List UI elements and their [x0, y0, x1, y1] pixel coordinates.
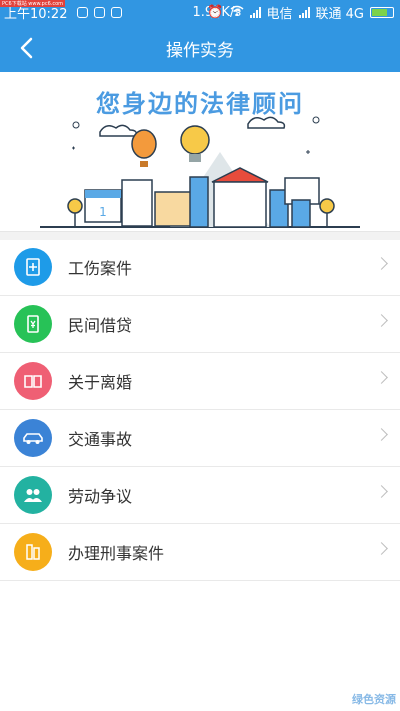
carrier-name: 联通 4G	[315, 6, 364, 22]
alarm-icon: ⏰	[207, 4, 224, 20]
header-bar: 操作实务	[0, 24, 400, 72]
carrier-name: 电信	[266, 6, 293, 22]
list-item-divorce[interactable]: 关于离婚	[0, 353, 400, 410]
page-title: 操作实务	[166, 40, 234, 61]
notification-icons	[77, 6, 123, 18]
list-item-criminal-case[interactable]: 办理刑事案件	[0, 524, 400, 581]
watermark-logo: 绿色资源	[352, 693, 396, 706]
people-icon	[14, 476, 52, 514]
chevron-right-icon	[375, 428, 388, 441]
back-button[interactable]	[8, 30, 44, 66]
city-illustration: 1	[40, 116, 360, 228]
list-item-label: 民间借贷	[68, 316, 133, 335]
wifi-icon	[230, 5, 244, 20]
app-notification-icon	[77, 6, 89, 18]
list-item-label: 交通事故	[68, 430, 133, 449]
car-icon	[14, 419, 52, 457]
svg-text:1: 1	[99, 205, 107, 219]
list-item-label: 办理刑事案件	[68, 544, 165, 563]
chevron-right-icon	[375, 371, 388, 384]
building-icon	[14, 533, 52, 571]
app-notification-icon	[111, 6, 123, 18]
chevron-right-icon	[375, 485, 388, 498]
list-item-label: 关于离婚	[68, 373, 133, 392]
list-item-label: 工伤案件	[68, 259, 133, 278]
battery-icon	[370, 6, 394, 18]
signal-icon	[249, 6, 261, 18]
case-category-list: 工伤案件 民间借贷 关于离婚 交通事故 劳动争议 办理刑事案件	[0, 239, 400, 581]
list-item-work-injury[interactable]: 工伤案件	[0, 239, 400, 296]
document-plus-icon	[14, 248, 52, 286]
list-item-private-lending[interactable]: 民间借贷	[0, 296, 400, 353]
chevron-right-icon	[375, 542, 388, 555]
watermark-logo: PC6下载站 www.pc6.com	[0, 0, 66, 7]
banner: 您身边的法律顾问 1	[0, 72, 400, 232]
signal-icon	[298, 6, 310, 18]
chevron-left-icon	[20, 37, 33, 59]
money-note-icon	[14, 305, 52, 343]
list-item-traffic-accident[interactable]: 交通事故	[0, 410, 400, 467]
app-notification-icon	[94, 6, 106, 18]
open-book-icon	[14, 362, 52, 400]
chevron-right-icon	[375, 257, 388, 270]
list-item-label: 劳动争议	[68, 487, 133, 506]
chevron-right-icon	[375, 314, 388, 327]
list-item-labor-dispute[interactable]: 劳动争议	[0, 467, 400, 524]
